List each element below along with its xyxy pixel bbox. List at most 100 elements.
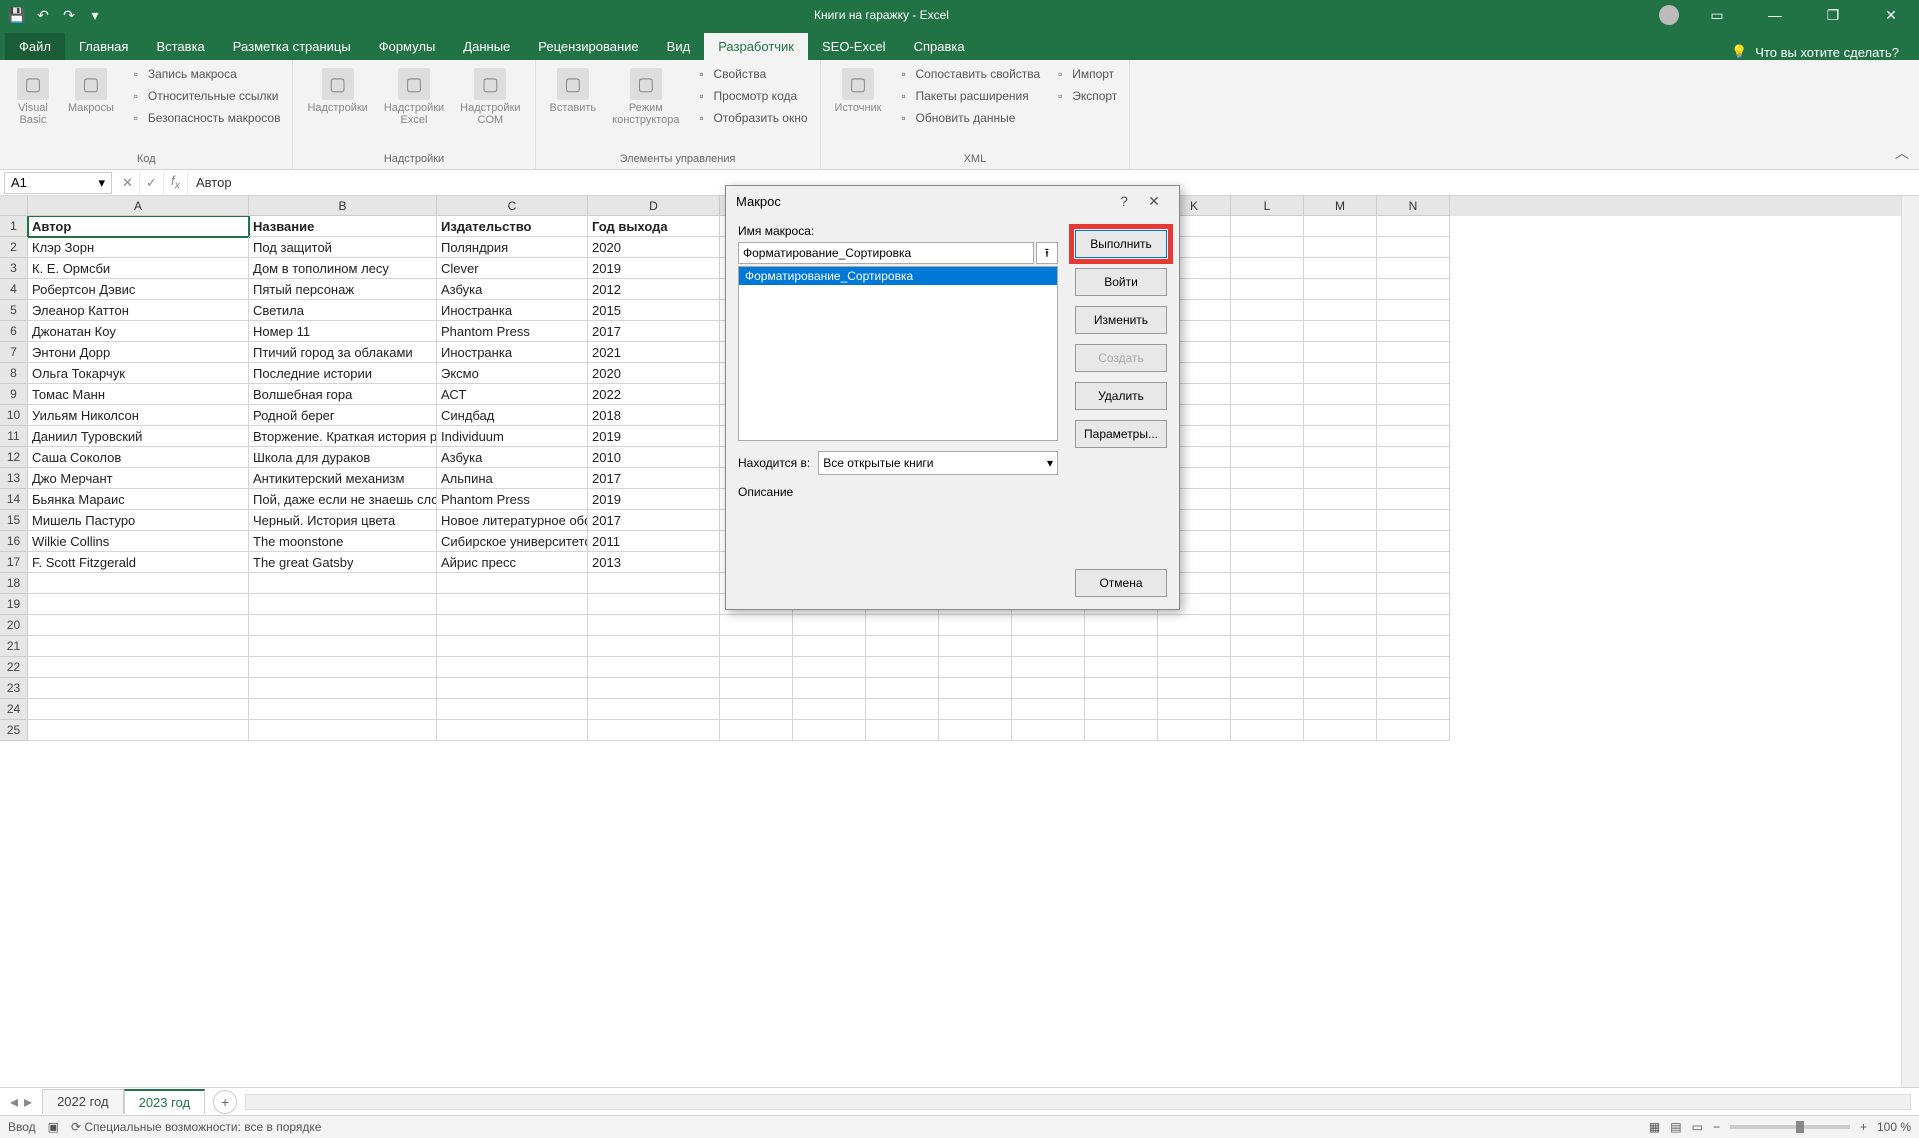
- cell[interactable]: [1158, 636, 1231, 657]
- row-header[interactable]: 8: [0, 363, 28, 384]
- cell[interactable]: [1304, 216, 1377, 237]
- cell[interactable]: [1231, 531, 1304, 552]
- cell[interactable]: [249, 720, 437, 741]
- cell[interactable]: [1304, 657, 1377, 678]
- zoom-in-icon[interactable]: +: [1860, 1120, 1867, 1134]
- zoom-level[interactable]: 100 %: [1877, 1120, 1911, 1134]
- user-avatar[interactable]: [1659, 5, 1679, 25]
- cell[interactable]: [1231, 657, 1304, 678]
- tab-Вставка[interactable]: Вставка: [142, 33, 218, 60]
- cell[interactable]: [866, 636, 939, 657]
- cell[interactable]: [1304, 510, 1377, 531]
- cell[interactable]: [1012, 636, 1085, 657]
- close-button[interactable]: ✕: [1871, 0, 1911, 30]
- ribbon-item[interactable]: ▫Свойства: [690, 64, 812, 84]
- cell[interactable]: [28, 636, 249, 657]
- col-header-C[interactable]: C: [437, 196, 588, 216]
- cell[interactable]: [588, 573, 720, 594]
- cell[interactable]: [1231, 279, 1304, 300]
- cell[interactable]: [1231, 363, 1304, 384]
- row-header[interactable]: 18: [0, 573, 28, 594]
- cell[interactable]: [939, 678, 1012, 699]
- row-header[interactable]: 5: [0, 300, 28, 321]
- cell[interactable]: Айрис пресс: [437, 552, 588, 573]
- cell[interactable]: [437, 699, 588, 720]
- addins-button[interactable]: ▢Надстройки: [301, 64, 373, 118]
- row-header[interactable]: 3: [0, 258, 28, 279]
- cell[interactable]: [1231, 615, 1304, 636]
- row-header[interactable]: 6: [0, 321, 28, 342]
- row-header[interactable]: 22: [0, 657, 28, 678]
- cell[interactable]: [1377, 594, 1450, 615]
- cell[interactable]: Светила: [249, 300, 437, 321]
- cell[interactable]: Дом в тополином лесу: [249, 258, 437, 279]
- add-sheet-button[interactable]: +: [213, 1090, 237, 1114]
- cell[interactable]: Издательство: [437, 216, 588, 237]
- cell[interactable]: [1377, 615, 1450, 636]
- cell[interactable]: [720, 615, 793, 636]
- cell[interactable]: Птичий город за облаками: [249, 342, 437, 363]
- cell[interactable]: [1377, 720, 1450, 741]
- macro-name-input[interactable]: [738, 242, 1034, 264]
- cancel-button[interactable]: Отмена: [1075, 569, 1167, 597]
- cell[interactable]: [1377, 636, 1450, 657]
- select-all-corner[interactable]: [0, 196, 28, 216]
- row-header[interactable]: 21: [0, 636, 28, 657]
- tab-Формулы[interactable]: Формулы: [365, 33, 450, 60]
- cell[interactable]: [939, 636, 1012, 657]
- save-icon[interactable]: 💾: [8, 6, 26, 24]
- macro-list[interactable]: Форматирование_Сортировка: [738, 266, 1058, 441]
- cell[interactable]: [720, 720, 793, 741]
- ribbon-item[interactable]: ▫Экспорт: [1048, 86, 1121, 106]
- cell[interactable]: [1377, 237, 1450, 258]
- cell[interactable]: Сибирское университетское издательство: [437, 531, 588, 552]
- tab-Данные[interactable]: Данные: [449, 33, 524, 60]
- cell[interactable]: [793, 699, 866, 720]
- tab-SEO-Excel[interactable]: SEO-Excel: [808, 33, 900, 60]
- col-header-N[interactable]: N: [1377, 196, 1450, 216]
- cell[interactable]: Даниил Туровский: [28, 426, 249, 447]
- cell[interactable]: Джо Мерчант: [28, 468, 249, 489]
- cell[interactable]: [1231, 342, 1304, 363]
- reference-icon[interactable]: ⭱: [1036, 242, 1058, 264]
- cell[interactable]: Последние истории: [249, 363, 437, 384]
- cell[interactable]: Пятый персонаж: [249, 279, 437, 300]
- cell[interactable]: [1377, 531, 1450, 552]
- cell[interactable]: [720, 657, 793, 678]
- cell[interactable]: [1304, 615, 1377, 636]
- cell[interactable]: Год выхода: [588, 216, 720, 237]
- cell[interactable]: 2013: [588, 552, 720, 573]
- cell[interactable]: [1231, 636, 1304, 657]
- cell[interactable]: 2019: [588, 426, 720, 447]
- cell[interactable]: [249, 573, 437, 594]
- cell[interactable]: [1304, 531, 1377, 552]
- cell[interactable]: [1158, 699, 1231, 720]
- cell[interactable]: [1304, 426, 1377, 447]
- source-button[interactable]: ▢Источник: [829, 64, 888, 118]
- undo-icon[interactable]: ↶: [34, 6, 52, 24]
- cell[interactable]: 2020: [588, 237, 720, 258]
- cell[interactable]: [1377, 699, 1450, 720]
- collapse-ribbon-icon[interactable]: ︿: [1895, 143, 1909, 163]
- step-into-button[interactable]: Войти: [1075, 268, 1167, 296]
- cell[interactable]: [939, 615, 1012, 636]
- row-header[interactable]: 17: [0, 552, 28, 573]
- qat-customize-icon[interactable]: ▾: [86, 6, 104, 24]
- cell[interactable]: Робертсон Дэвис: [28, 279, 249, 300]
- row-header[interactable]: 24: [0, 699, 28, 720]
- cell[interactable]: [866, 657, 939, 678]
- cell[interactable]: [1231, 489, 1304, 510]
- edit-button[interactable]: Изменить: [1075, 306, 1167, 334]
- macro-location-select[interactable]: Все открытые книги ▾: [818, 451, 1058, 475]
- cell[interactable]: [1304, 405, 1377, 426]
- cell[interactable]: [1012, 699, 1085, 720]
- cell[interactable]: Волшебная гора: [249, 384, 437, 405]
- cell[interactable]: [1231, 426, 1304, 447]
- maximize-button[interactable]: ❐: [1813, 0, 1853, 30]
- row-header[interactable]: 15: [0, 510, 28, 531]
- cell[interactable]: [1231, 237, 1304, 258]
- cell[interactable]: Автор: [28, 216, 249, 237]
- cell[interactable]: [1304, 363, 1377, 384]
- cell[interactable]: [1377, 468, 1450, 489]
- cell[interactable]: [437, 657, 588, 678]
